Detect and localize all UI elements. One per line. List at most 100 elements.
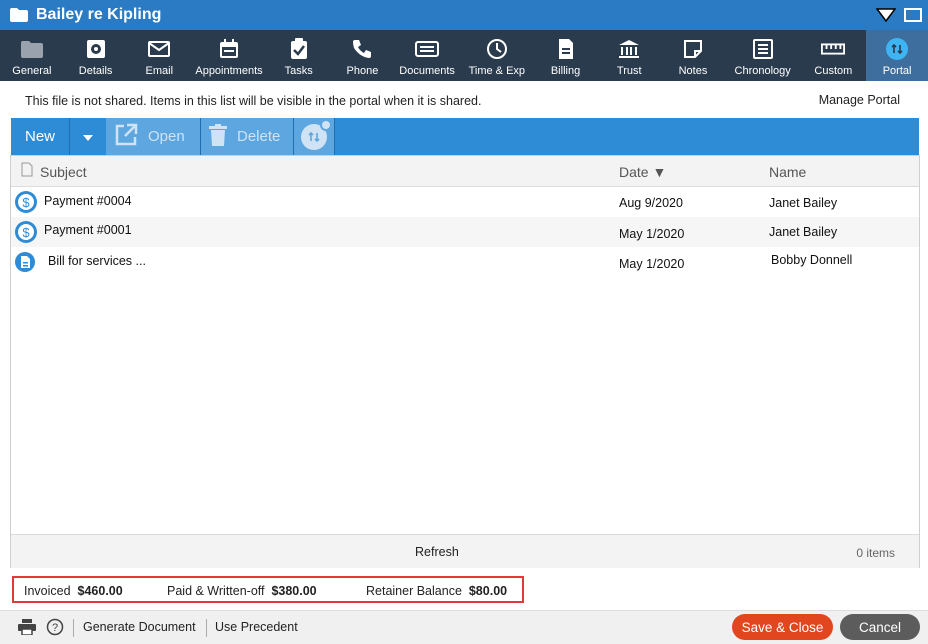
tab-billing[interactable]: Billing <box>534 30 598 81</box>
tab-label: General <box>12 65 52 77</box>
row-subject: Bill for services ... <box>48 254 146 268</box>
tab-label: Chronology <box>734 65 791 77</box>
open-label: Open <box>148 128 185 145</box>
portal-status-bar: This file is not shared. Items in this l… <box>0 81 928 118</box>
list-header: Subject Date ▼ Name <box>11 156 919 187</box>
row-name: Janet Bailey <box>769 225 838 239</box>
tab-label: Portal <box>882 65 912 77</box>
documents-icon <box>415 37 440 61</box>
delete-button[interactable]: Delete <box>201 118 293 155</box>
maximize-window-icon[interactable] <box>904 8 922 22</box>
clipboard-check-icon <box>287 37 311 61</box>
trash-icon <box>209 123 227 150</box>
save-close-button[interactable]: Save & Close <box>732 614 833 640</box>
generate-document-button[interactable]: Generate Document <box>83 620 196 634</box>
list-icon <box>751 37 775 61</box>
row-name: Janet Bailey <box>769 196 838 210</box>
collapse-window-icon[interactable] <box>875 8 897 23</box>
tab-appointments[interactable]: Appointments <box>191 30 267 81</box>
title-bar: Bailey re Kipling <box>0 0 928 30</box>
sync-portal-button[interactable] <box>294 118 334 155</box>
tab-label: Notes <box>678 65 708 77</box>
calendar-icon <box>217 37 241 61</box>
retainer-label: Retainer Balance <box>366 584 462 598</box>
document-icon <box>21 162 33 180</box>
window-title: Bailey re Kipling <box>36 6 162 23</box>
open-button[interactable]: Open <box>106 118 200 155</box>
row-date: May 1/2020 <box>619 227 685 241</box>
row-date: May 1/2020 <box>619 257 685 271</box>
paid-value: $380.00 <box>271 584 317 598</box>
note-icon <box>681 37 705 61</box>
delete-label: Delete <box>237 128 281 145</box>
print-icon[interactable] <box>18 619 36 638</box>
tab-phone[interactable]: Phone <box>331 30 395 81</box>
portal-sync-icon <box>885 37 909 61</box>
new-dropdown-button[interactable] <box>70 118 106 155</box>
sync-icon <box>301 118 332 150</box>
dialog-footer: ? Generate Document Use Precedent Save &… <box>0 610 928 644</box>
tab-label: Tasks <box>284 65 313 77</box>
phone-icon <box>350 37 374 61</box>
chevron-down-icon <box>83 128 93 146</box>
tab-details[interactable]: Details <box>64 30 128 81</box>
column-date[interactable]: Date ▼ <box>619 164 666 180</box>
tab-label: Billing <box>550 65 581 77</box>
tab-email[interactable]: Email <box>127 30 191 81</box>
row-subject: Payment #0001 <box>44 223 132 237</box>
clock-icon <box>485 37 509 61</box>
tab-label: Time & Exp <box>468 65 526 77</box>
payment-icon: $ <box>14 190 38 217</box>
help-icon[interactable]: ? <box>46 618 64 639</box>
list-toolbar: New Open Delete <box>11 118 919 155</box>
invoiced-label: Invoiced <box>24 584 71 598</box>
retainer-value: $80.00 <box>468 584 508 598</box>
bill-doc-icon <box>14 251 36 276</box>
tab-tasks[interactable]: Tasks <box>267 30 331 81</box>
svg-text:$: $ <box>22 195 30 210</box>
tab-label: Custom <box>814 65 853 77</box>
tab-trust[interactable]: Trust <box>597 30 661 81</box>
manage-portal-link[interactable]: Manage Portal <box>819 93 900 107</box>
cancel-button[interactable]: Cancel <box>840 614 920 640</box>
tab-general[interactable]: General <box>0 30 64 81</box>
tab-label: Details <box>78 65 113 77</box>
ruler-icon <box>821 37 846 61</box>
refresh-button[interactable]: Refresh <box>415 545 459 559</box>
tab-documents[interactable]: Documents <box>394 30 460 81</box>
svg-text:$: $ <box>22 225 30 240</box>
column-name[interactable]: Name <box>769 164 806 180</box>
tab-label: Trust <box>616 65 642 77</box>
invoiced-value: $460.00 <box>77 584 123 598</box>
gear-doc-icon <box>84 37 108 61</box>
folder-icon <box>20 37 44 61</box>
row-subject: Payment #0004 <box>44 194 132 208</box>
folder-icon <box>10 8 28 22</box>
envelope-icon <box>147 37 171 61</box>
payment-icon: $ <box>14 220 38 247</box>
module-nav: General Details Email Appointments Tasks… <box>0 30 928 81</box>
tab-notes[interactable]: Notes <box>661 30 725 81</box>
use-precedent-button[interactable]: Use Precedent <box>215 620 298 634</box>
item-count: 0 items <box>856 546 895 560</box>
tab-custom[interactable]: Custom <box>801 30 867 81</box>
new-button[interactable]: New <box>11 118 69 155</box>
table-row[interactable]: $ Payment #0004 Aug 9/2020 Janet Bailey <box>11 187 919 217</box>
invoiced-summary: Invoiced $460.00 <box>24 584 123 598</box>
row-name: Bobby Donnell <box>771 253 853 267</box>
bill-icon <box>554 37 578 61</box>
tab-portal[interactable]: Portal <box>866 30 928 81</box>
financial-summary: Invoiced $460.00 Paid & Written-off $380… <box>12 576 524 603</box>
tab-time-exp[interactable]: Time & Exp <box>460 30 534 81</box>
table-row[interactable]: Bill for services ... May 1/2020 Bobby D… <box>11 247 919 277</box>
share-status-message: This file is not shared. Items in this l… <box>25 94 482 108</box>
tab-label: Documents <box>399 65 455 77</box>
retainer-summary: Retainer Balance $80.00 <box>366 584 507 598</box>
svg-text:?: ? <box>52 622 58 634</box>
tab-label: Email <box>145 65 174 77</box>
column-subject[interactable]: Subject <box>40 164 87 180</box>
table-row[interactable]: $ Payment #0001 May 1/2020 Janet Bailey <box>11 217 919 247</box>
list-footer: Refresh 0 items <box>11 534 919 568</box>
bank-icon <box>617 37 641 61</box>
tab-chronology[interactable]: Chronology <box>725 30 801 81</box>
